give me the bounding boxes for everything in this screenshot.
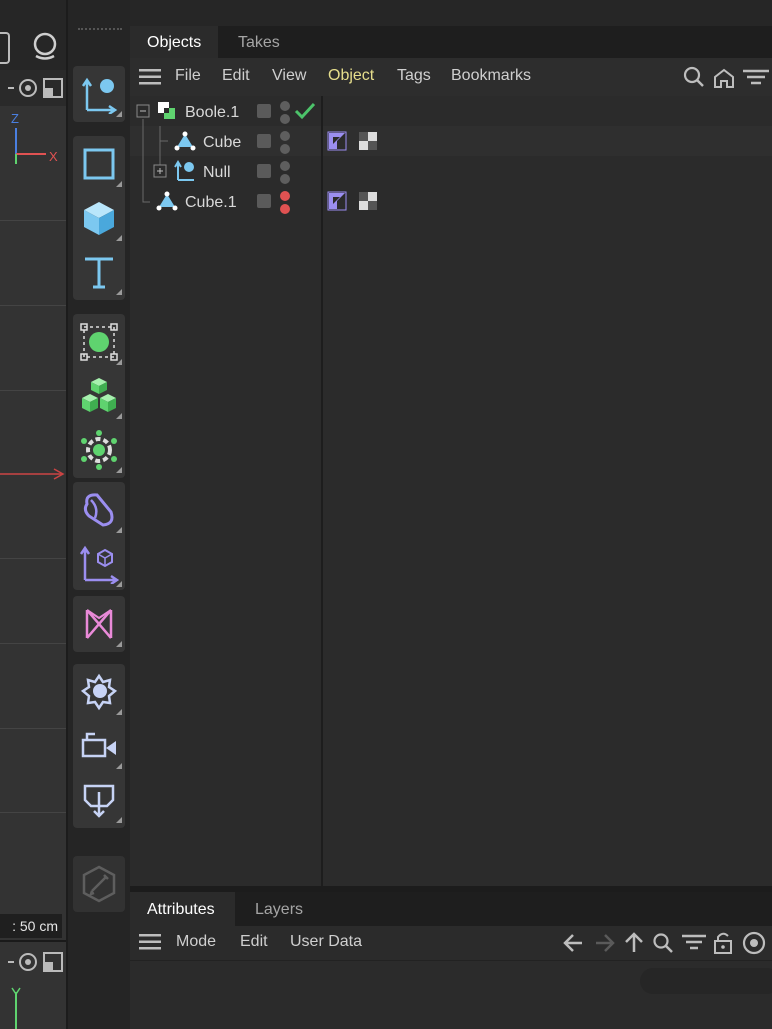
list-item[interactable]: Boole.1 [134, 96, 772, 126]
drag-handle[interactable] [78, 28, 122, 34]
material-tag-icon[interactable] [358, 131, 378, 151]
material-tag-icon[interactable] [358, 191, 378, 211]
light-icon [80, 673, 118, 711]
phong-tag-icon[interactable] [327, 191, 347, 211]
cube-primitive-icon [174, 131, 196, 151]
bend-icon [83, 493, 114, 527]
list-item[interactable]: Null [134, 156, 772, 186]
search-icon[interactable] [683, 66, 704, 87]
attributes-search-field[interactable] [640, 968, 772, 994]
hamburger-menu-icon[interactable] [139, 933, 161, 951]
layer-edit-icon[interactable] [257, 164, 271, 178]
tab-objects[interactable]: Objects [130, 26, 219, 58]
gear-icon [81, 430, 117, 470]
list-item[interactable]: Cube [134, 126, 772, 156]
render-visibility-dot[interactable] [280, 174, 290, 184]
floor-icon [83, 784, 115, 818]
list-item[interactable]: Cube.1 [134, 186, 772, 216]
cloner-icon [82, 378, 116, 412]
null-icon [174, 160, 194, 181]
forward-arrow-icon[interactable] [596, 934, 615, 952]
hourglass-icon [85, 609, 113, 639]
filter-icon[interactable] [682, 934, 706, 950]
plane-button[interactable] [73, 138, 125, 190]
om-header-icons [683, 66, 769, 88]
camera-button[interactable] [73, 720, 125, 772]
cloner-button[interactable] [73, 370, 125, 422]
volume-button[interactable] [73, 598, 125, 650]
menu-mode[interactable]: Mode [176, 933, 216, 951]
object-name: Cube.1 [185, 194, 237, 211]
menu-tags[interactable]: Tags [397, 67, 431, 85]
tool-palette [68, 0, 130, 1029]
attributes-header-icons [563, 931, 766, 955]
object-name: Cube [203, 134, 242, 151]
subdivision-surface-icon [80, 323, 118, 361]
filter-icon[interactable] [743, 69, 769, 85]
tab-takes[interactable]: Takes [221, 26, 297, 58]
editor-visibility-dot[interactable] [280, 131, 290, 141]
cube-icon [84, 202, 114, 235]
axis-z-label: Z [11, 111, 19, 126]
floor-button[interactable] [73, 774, 125, 826]
camera-icon [81, 732, 116, 758]
viewport-nav-icons[interactable] [8, 76, 66, 100]
menu-edit[interactable]: Edit [240, 933, 268, 951]
edit-mode-button[interactable] [73, 858, 125, 910]
menu-bookmarks[interactable]: Bookmarks [451, 67, 531, 85]
home-icon[interactable] [714, 68, 734, 88]
world-x-axis [0, 468, 65, 480]
null-object-button[interactable] [73, 68, 125, 120]
layer-edit-icon[interactable] [257, 134, 271, 148]
search-icon[interactable] [653, 933, 673, 953]
object-name: Boole.1 [185, 104, 240, 121]
axis-x-label: X [49, 149, 58, 164]
check-icon[interactable] [294, 102, 316, 120]
subdivision-button[interactable] [73, 316, 125, 368]
menu-view[interactable]: View [272, 67, 306, 85]
menu-file[interactable]: File [175, 67, 201, 85]
render-visibility-dot[interactable] [280, 204, 290, 214]
axis-gizmo-2 [11, 987, 21, 1029]
sky-button[interactable] [73, 666, 125, 718]
camera-orbit-icon[interactable] [30, 30, 60, 62]
grid-scale-label: : 50 cm [0, 914, 62, 938]
render-visibility-dot[interactable] [280, 144, 290, 154]
square-spline-icon [83, 148, 115, 180]
editor-visibility-dot[interactable] [280, 161, 290, 171]
menu-user-data[interactable]: User Data [290, 933, 362, 951]
text-icon [85, 257, 113, 289]
tab-layers[interactable]: Layers [255, 901, 303, 919]
object-name: Null [203, 164, 231, 181]
up-arrow-icon[interactable] [625, 932, 643, 952]
boole-icon [158, 102, 175, 119]
back-arrow-icon[interactable] [563, 934, 582, 952]
cube-button[interactable] [73, 192, 125, 244]
viewport-nav-icons-2[interactable] [8, 950, 66, 974]
column-divider[interactable] [321, 96, 323, 886]
null-axis-icon [81, 77, 118, 114]
target-icon[interactable] [742, 931, 766, 955]
menu-edit[interactable]: Edit [222, 67, 250, 85]
tab-attributes[interactable]: Attributes [147, 901, 215, 919]
layer-edit-icon[interactable] [257, 104, 271, 118]
menu-object[interactable]: Object [328, 67, 374, 85]
layer-edit-icon[interactable] [257, 194, 271, 208]
text-spline-button[interactable] [73, 246, 125, 298]
field-button[interactable] [73, 538, 125, 590]
bend-deformer-button[interactable] [73, 484, 125, 536]
effector-button[interactable] [73, 424, 125, 476]
deformer-axis-icon [79, 545, 119, 584]
hamburger-menu-icon[interactable] [139, 68, 161, 86]
phong-tag-icon[interactable] [327, 131, 347, 151]
pencil-hexagon-icon [82, 865, 116, 903]
lock-icon[interactable] [714, 932, 732, 954]
render-visibility-dot[interactable] [280, 114, 290, 124]
viewport-icon[interactable] [0, 32, 10, 64]
editor-visibility-dot[interactable] [280, 191, 290, 201]
editor-visibility-dot[interactable] [280, 101, 290, 111]
cube-primitive-icon [156, 191, 178, 211]
